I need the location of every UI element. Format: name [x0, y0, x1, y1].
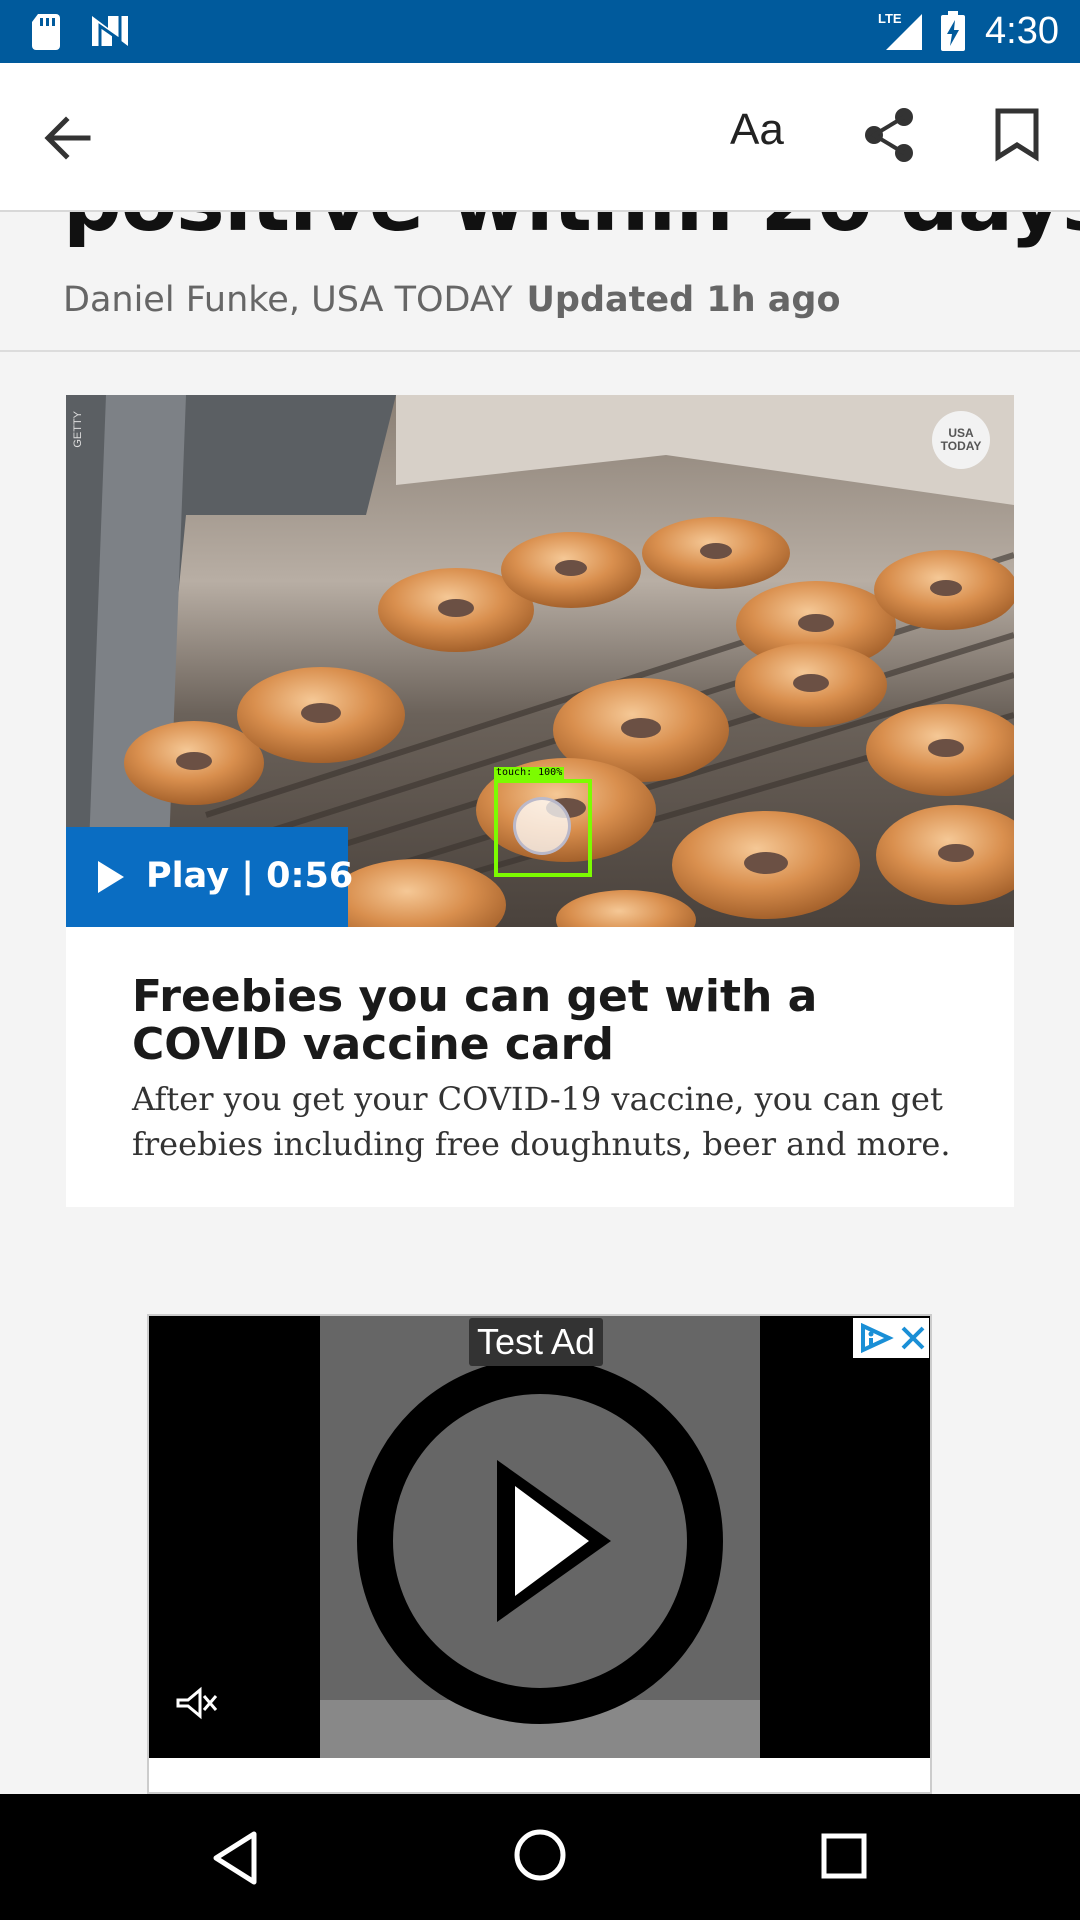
network-type-label: LTE: [878, 11, 902, 26]
video-description: After you get your COVID-19 vaccine, you…: [132, 1080, 951, 1163]
adchoices-badge[interactable]: [853, 1318, 929, 1358]
app-bar: Aa: [0, 63, 1080, 212]
play-circle-icon[interactable]: [357, 1358, 723, 1724]
back-arrow-icon[interactable]: [40, 108, 110, 168]
play-label: Play | 0:56: [146, 856, 354, 896]
bookmark-icon[interactable]: [994, 107, 1040, 163]
touch-point: [513, 797, 571, 855]
ad-video[interactable]: Test Ad: [149, 1316, 930, 1758]
play-icon: [98, 861, 124, 893]
header-divider: [0, 350, 1080, 352]
video-card[interactable]: GETTY USA TODAY touch: 100% Play | 0:56 …: [66, 395, 1014, 1207]
nav-back-icon[interactable]: [210, 1830, 260, 1886]
ad-label: Test Ad: [469, 1318, 604, 1366]
sd-card-icon: [32, 14, 60, 50]
video-thumbnail[interactable]: GETTY USA TODAY touch: 100% Play | 0:56: [66, 395, 1014, 927]
share-icon[interactable]: [862, 107, 918, 163]
byline: Daniel Funke, USA TODAY Updated 1h ago: [63, 280, 841, 320]
lte-signal-icon: LTE: [878, 11, 922, 50]
text-size-button[interactable]: Aa: [730, 105, 784, 155]
nav-home-icon[interactable]: [513, 1828, 567, 1882]
n-icon: [92, 16, 128, 46]
author-name: Daniel Funke, USA TODAY: [63, 280, 513, 320]
status-bar: LTE 4:30: [0, 0, 1080, 63]
video-title[interactable]: Freebies you can get with a COVID vaccin…: [132, 973, 952, 1069]
battery-charging-icon: [941, 11, 965, 51]
status-time: 4:30: [985, 10, 1059, 52]
usa-today-logo: USA TODAY: [932, 411, 990, 469]
adchoices-icon[interactable]: [855, 1318, 895, 1358]
ad-container[interactable]: Test Ad: [147, 1314, 932, 1794]
system-nav-bar: [0, 1794, 1080, 1920]
close-icon[interactable]: [897, 1322, 929, 1354]
touch-indicator-label: touch: 100%: [494, 767, 565, 779]
mute-icon[interactable]: [174, 1686, 220, 1720]
updated-time: Updated 1h ago: [526, 280, 841, 320]
nav-recents-icon[interactable]: [820, 1832, 868, 1880]
photo-credit: GETTY: [72, 411, 84, 448]
play-video-button[interactable]: Play | 0:56: [66, 827, 353, 927]
